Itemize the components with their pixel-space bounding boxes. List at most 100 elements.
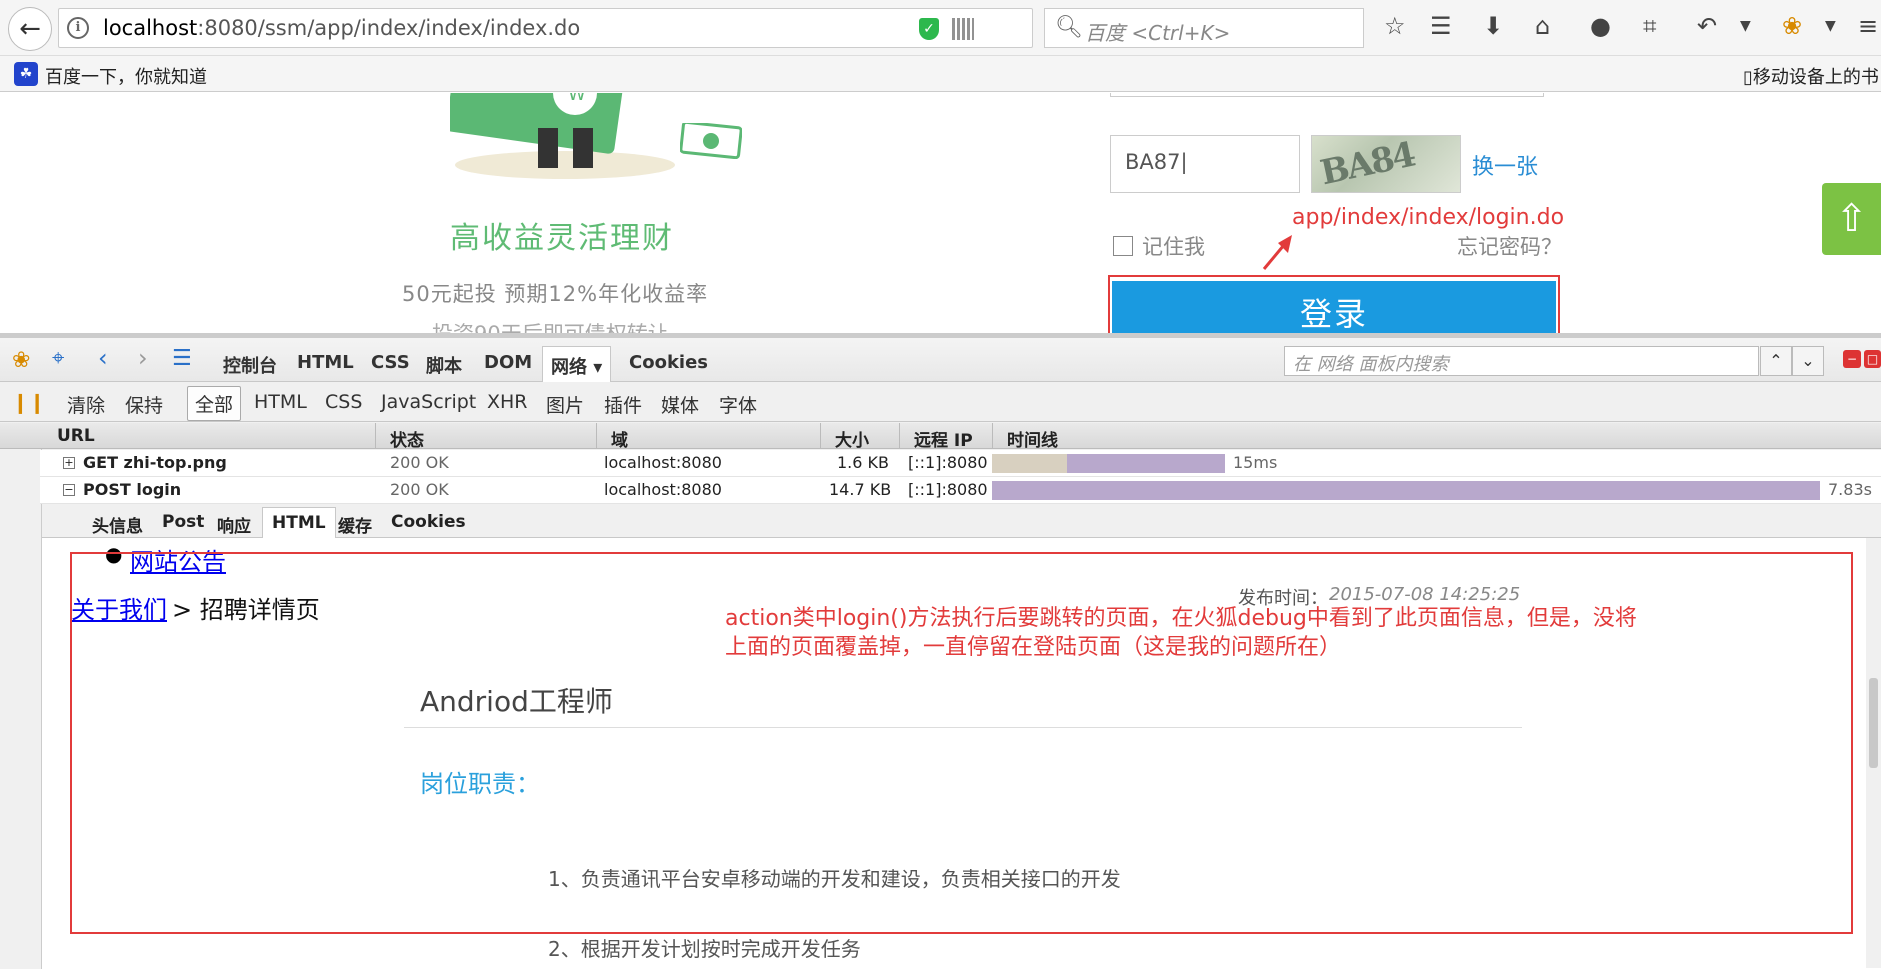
minimize-icon[interactable]: − [1843,350,1861,368]
col-domain[interactable]: 域 [611,426,628,451]
filter-media[interactable]: 媒体 [661,391,699,418]
url-text[interactable]: localhost:8080/ssm/app/index/index/index… [103,16,580,40]
annotation-login-url: app/index/index/login.do [1292,205,1565,230]
col-url[interactable]: URL [57,426,95,446]
row-ip: [::1]:8080 [908,480,988,499]
undo-icon[interactable]: ↶ [1697,12,1717,40]
chat-icon[interactable]: ● [1590,12,1611,40]
forgot-password-link[interactable]: 忘记密码？ [1457,231,1562,261]
row-size: 1.6 KB [837,453,889,472]
address-bar[interactable]: i localhost:8080/ssm/app/index/index/ind… [58,8,1097,48]
shield-icon[interactable]: ✓ [919,18,939,40]
reading-list-icon[interactable]: ☰ [1430,12,1452,40]
timeline-receive-bar [992,481,1820,500]
site-info-icon[interactable]: i [67,17,89,39]
row-ip: [::1]:8080 [908,453,988,472]
col-separator [899,423,900,449]
row-time: 7.83s [1828,480,1872,499]
network-row[interactable]: − POST login 200 OK localhost:8080 14.7 … [40,477,1881,504]
tab-script[interactable]: 脚本 [426,352,462,378]
subslogan: 50元起投 预期12%年化收益率 [402,282,709,306]
devtools-tabbar: ❀ ⌖ ‹ › ☰ 控制台 HTML CSS 脚本 DOM 网络 ▾ Cooki… [0,338,1881,383]
filter-persist[interactable]: 保持 [125,391,163,418]
filter-clear[interactable]: 清除 [67,391,105,418]
svg-text:W: W [568,93,586,105]
back-to-top-icon[interactable]: ⇧ [1822,183,1881,255]
filter-html[interactable]: HTML [254,391,307,413]
bookmark-baidu[interactable]: 百度一下，你就知道 [45,63,207,89]
network-row[interactable]: + GET zhi-top.png 200 OK localhost:8080 … [40,450,1881,477]
devtools-search-input[interactable]: 在 网络 面板内搜索 [1284,346,1759,376]
crop-icon[interactable]: ⌗ [1643,12,1657,40]
firebug-icon[interactable]: ❀ [1782,12,1802,40]
scrollbar-thumb[interactable] [1869,678,1878,768]
menu-dropdown-icon[interactable]: ▼ [1825,18,1836,34]
command-line-icon[interactable]: ☰ [172,346,192,371]
expand-icon[interactable]: + [63,457,75,469]
remember-label: 记住我 [1142,235,1205,259]
preview-scrollbar[interactable] [1866,538,1881,968]
remember-checkbox[interactable] [1113,236,1133,256]
back-button[interactable]: ← [8,7,52,51]
search-prev-icon[interactable]: ⌃ [1760,346,1792,376]
home-icon[interactable]: ⌂ [1535,12,1550,40]
filter-javascript[interactable]: JavaScript [381,391,476,413]
tab-response-cookies[interactable]: Cookies [391,512,466,532]
filter-css[interactable]: CSS [325,391,362,413]
star-icon[interactable]: ☆ [1384,12,1406,40]
annotation-box-response [70,552,1853,934]
network-table-header: URL 状态 域 大小 远程 IP 时间线 [0,423,1881,451]
captcha-input[interactable]: BA87| [1110,135,1300,193]
tab-response[interactable]: 响应 [217,512,251,537]
timeline-receive-bar [1067,454,1225,473]
back-icon[interactable]: ‹ [98,344,108,372]
tab-post[interactable]: Post [162,512,204,532]
row-domain: localhost:8080 [604,480,722,499]
left-gutter [0,449,42,969]
tab-dom[interactable]: DOM [484,352,532,373]
firebug-icon[interactable]: ❀ [12,348,30,373]
inspect-icon[interactable]: ⌖ [52,346,64,371]
tab-html-preview[interactable]: HTML [262,507,336,539]
tab-html[interactable]: HTML [297,352,354,373]
qrcode-icon[interactable] [952,18,974,40]
tab-headers[interactable]: 头信息 [92,512,143,537]
col-size[interactable]: 大小 [835,426,869,451]
bookmark-mobile[interactable]: ▯移动设备上的书 [1743,63,1879,89]
menu-icon[interactable]: ≡ [1858,12,1878,40]
duty-item-2: 2、根据开发计划按时完成开发任务 [548,937,861,961]
forward-icon[interactable]: › [138,344,148,372]
username-field[interactable] [1110,93,1544,97]
tab-console[interactable]: 控制台 [223,352,277,378]
dropdown-icon[interactable]: ▼ [1740,18,1751,34]
col-timeline[interactable]: 时间线 [1007,426,1058,451]
annotation-arrow-icon [1262,235,1292,270]
captcha-refresh-link[interactable]: 换一张 [1472,149,1538,181]
col-separator [992,423,993,449]
tab-cache[interactable]: 缓存 [338,512,372,537]
browser-toolbar: ← i localhost:8080/ssm/app/index/index/i… [0,0,1881,56]
filter-fonts[interactable]: 字体 [719,391,757,418]
search-next-icon[interactable]: ⌄ [1792,346,1824,376]
search-bar[interactable]: 🔍︎ 百度 <Ctrl+K> [1044,8,1364,48]
detach-icon[interactable]: □ [1864,350,1881,368]
filter-all[interactable]: 全部 [187,386,242,421]
tab-css[interactable]: CSS [371,352,410,373]
filter-plugins[interactable]: 插件 [604,391,642,418]
xhr-pause-icon[interactable]: ❙❙ [12,390,46,414]
captcha-image[interactable]: BA84 [1311,135,1461,193]
col-separator [375,423,376,449]
page-viewport: W 高收益灵活理财 50元起投 预期12%年化收益率 投资90天后即可债权转让 … [0,93,1881,338]
col-remote-ip[interactable]: 远程 IP [914,426,973,451]
tab-network[interactable]: 网络 ▾ [542,346,612,383]
col-status[interactable]: 状态 [390,426,424,451]
slogan: 高收益灵活理财 [450,221,674,256]
row-time: 15ms [1233,453,1278,472]
filter-xhr[interactable]: XHR [487,391,528,413]
col-separator [820,423,821,449]
tab-cookies[interactable]: Cookies [629,352,708,373]
filter-images[interactable]: 图片 [546,391,584,418]
annotation-box-login [1108,275,1560,338]
download-icon[interactable]: ⬇ [1483,12,1503,40]
collapse-icon[interactable]: − [63,484,75,496]
